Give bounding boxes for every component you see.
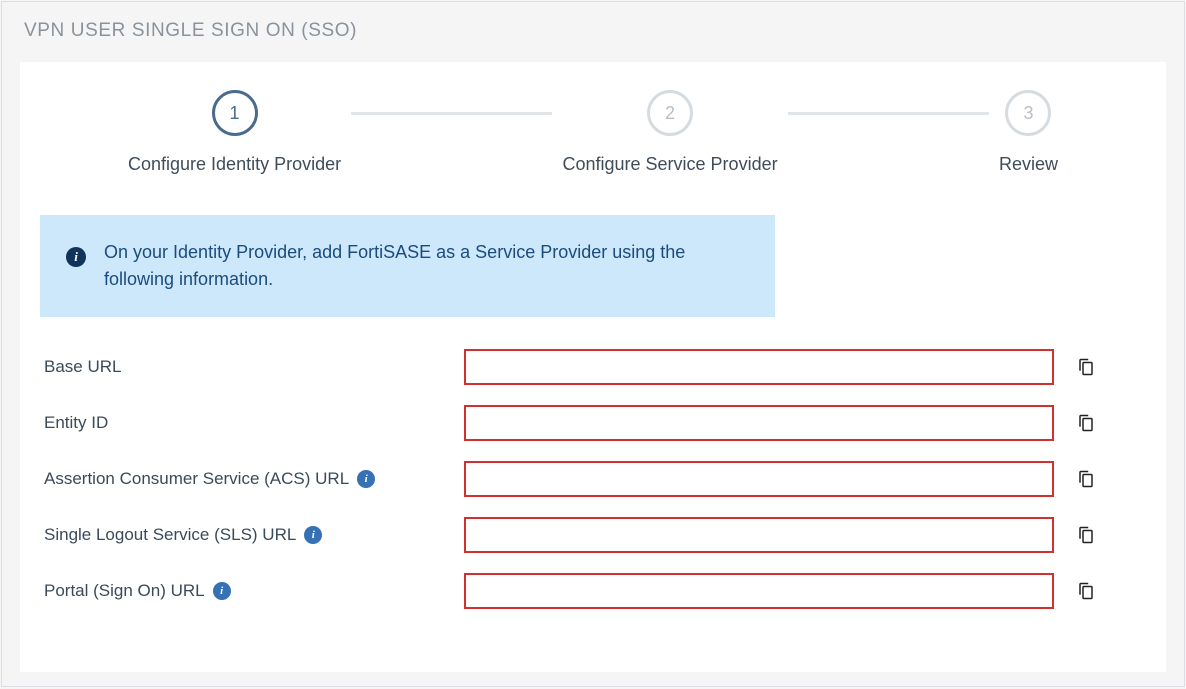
field-label: Portal (Sign On) URL i — [44, 581, 464, 601]
info-icon[interactable]: i — [357, 470, 375, 488]
field-label-text: Base URL — [44, 357, 121, 377]
step-number: 3 — [1005, 90, 1051, 136]
form-row: Single Logout Service (SLS) URL i — [40, 517, 1146, 553]
info-alert-text: On your Identity Provider, add FortiSASE… — [104, 239, 749, 293]
copy-icon[interactable] — [1074, 355, 1098, 379]
step-connector — [788, 112, 989, 115]
step-review[interactable]: 3 Review — [999, 90, 1058, 175]
form-row: Portal (Sign On) URL i — [40, 573, 1146, 609]
copy-icon[interactable] — [1074, 579, 1098, 603]
field-label: Base URL — [44, 357, 464, 377]
field-label-text: Entity ID — [44, 413, 108, 433]
outer-panel: VPN USER SINGLE SIGN ON (SSO) 1 Configur… — [1, 1, 1185, 687]
field-label-text: Assertion Consumer Service (ACS) URL — [44, 469, 349, 489]
field-label: Single Logout Service (SLS) URL i — [44, 525, 464, 545]
field-label-text: Portal (Sign On) URL — [44, 581, 205, 601]
page-title: VPN USER SINGLE SIGN ON (SSO) — [2, 2, 1184, 52]
copy-icon[interactable] — [1074, 523, 1098, 547]
form-row: Base URL — [40, 349, 1146, 385]
form-row: Assertion Consumer Service (ACS) URL i — [40, 461, 1146, 497]
field-input[interactable] — [464, 349, 1054, 385]
field-label-text: Single Logout Service (SLS) URL — [44, 525, 296, 545]
field-label: Entity ID — [44, 413, 464, 433]
inner-panel: 1 Configure Identity Provider 2 Configur… — [20, 62, 1166, 672]
form-row: Entity ID — [40, 405, 1146, 441]
copy-icon[interactable] — [1074, 411, 1098, 435]
field-label: Assertion Consumer Service (ACS) URL i — [44, 469, 464, 489]
step-configure-identity-provider[interactable]: 1 Configure Identity Provider — [128, 90, 341, 175]
step-label: Configure Service Provider — [562, 154, 777, 175]
info-icon[interactable]: i — [213, 582, 231, 600]
step-label: Configure Identity Provider — [128, 154, 341, 175]
field-input[interactable] — [464, 405, 1054, 441]
step-label: Review — [999, 154, 1058, 175]
copy-icon[interactable] — [1074, 467, 1098, 491]
step-number: 2 — [647, 90, 693, 136]
info-icon: i — [66, 247, 86, 267]
step-number: 1 — [212, 90, 258, 136]
info-icon[interactable]: i — [304, 526, 322, 544]
field-input[interactable] — [464, 461, 1054, 497]
step-connector — [351, 112, 552, 115]
field-input[interactable] — [464, 573, 1054, 609]
step-configure-service-provider[interactable]: 2 Configure Service Provider — [562, 90, 777, 175]
info-alert: i On your Identity Provider, add FortiSA… — [40, 215, 775, 317]
field-input[interactable] — [464, 517, 1054, 553]
wizard-stepper: 1 Configure Identity Provider 2 Configur… — [118, 90, 1068, 175]
